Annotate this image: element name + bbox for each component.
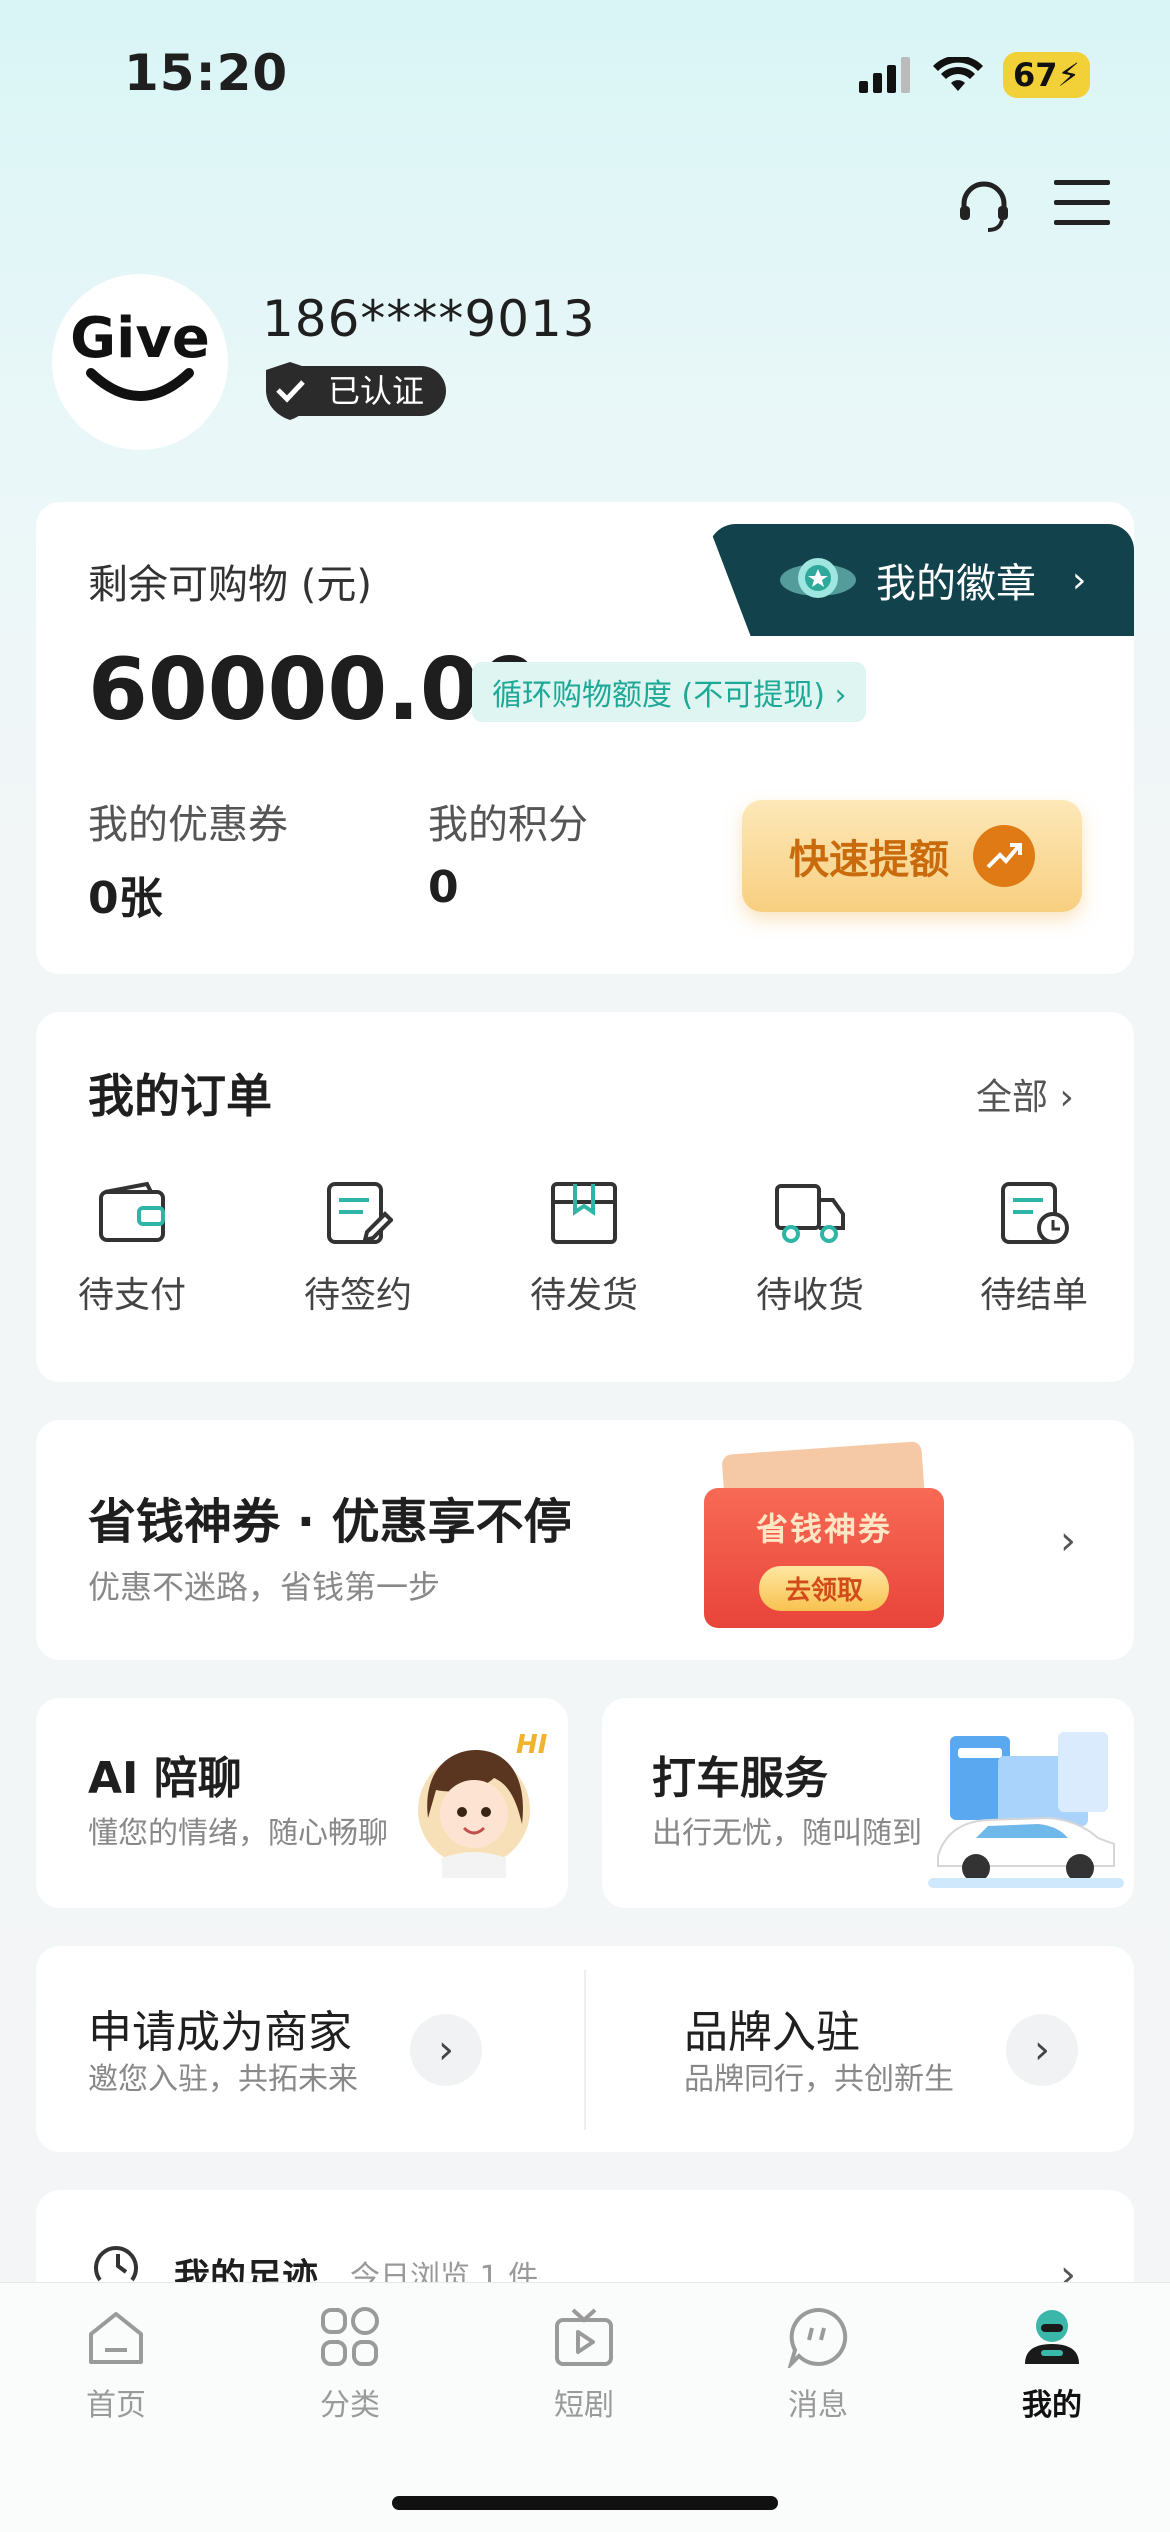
coupon-value[interactable]: 0张 [88, 862, 163, 926]
tab-home[interactable]: 首页 [36, 2306, 196, 2424]
taxi-subtitle: 出行无忧，随叫随到 [652, 1816, 922, 1851]
status-icons: 67⚡ [859, 52, 1090, 98]
box-icon [551, 1182, 617, 1244]
orders-all-link[interactable]: 全部 › [976, 1068, 1074, 1120]
brand-join-title[interactable]: 品牌入驻 [684, 1996, 860, 2060]
tv-icon [555, 2308, 613, 2366]
truck-icon [775, 1184, 845, 1243]
smile-icon [86, 368, 194, 401]
clock-doc-icon [1001, 1182, 1069, 1244]
brand-join-chevron-icon[interactable]: › [1006, 2014, 1078, 2086]
battery-level: 67 [1013, 56, 1058, 94]
wifi-icon [933, 57, 983, 91]
shield-check-icon [266, 362, 314, 420]
header-actions [954, 176, 1110, 236]
category-icon [321, 2307, 379, 2366]
orders-title: 我的订单 [88, 1069, 272, 1123]
order-item-label: 待结单 [979, 1275, 1088, 1316]
tab-messages[interactable]: 消息 [738, 2306, 898, 2424]
order-item-label: 待支付 [77, 1275, 186, 1316]
credit-tag[interactable]: 循环购物额度 (不可提现) › [472, 662, 867, 722]
message-icon [787, 2307, 848, 2368]
my-badge-button[interactable]: 我的徽章 › [708, 524, 1134, 636]
envelope-body: 省钱神券 去领取 [704, 1488, 944, 1628]
tab-label: 短剧 [554, 2388, 614, 2423]
envelope-title: 省钱神券 [755, 1510, 892, 1548]
red-envelope-image[interactable]: 省钱神券 去领取 [704, 1441, 944, 1628]
coupon-label[interactable]: 我的优惠券 [88, 792, 288, 850]
avatar[interactable]: Give [52, 274, 228, 450]
verified-label: 已认证 [298, 366, 447, 416]
order-pending-receive[interactable]: 待收货 [720, 1180, 900, 1318]
order-item-label: 待收货 [755, 1275, 864, 1316]
menu-icon[interactable] [1054, 176, 1110, 228]
apply-merchant-chevron-icon[interactable]: › [410, 2014, 482, 2086]
merchant-divider [584, 1970, 586, 2130]
wallet-icon [99, 1181, 165, 1242]
battery-indicator: 67⚡ [1003, 52, 1090, 98]
hi-label: HI [516, 1730, 548, 1760]
medal-icon [780, 558, 856, 598]
taxi-title: 打车服务 [652, 1753, 828, 1804]
profile-icon [1025, 2310, 1079, 2364]
tab-me[interactable]: 我的 [972, 2306, 1132, 2424]
sign-icon [327, 1182, 393, 1244]
order-pending-sign[interactable]: 待签约 [268, 1180, 448, 1318]
quick-raise-limit-button[interactable]: 快速提额 [742, 800, 1082, 912]
tab-label: 分类 [320, 2388, 380, 2423]
claim-button[interactable]: 去领取 [758, 1566, 889, 1611]
tab-category[interactable]: 分类 [270, 2306, 430, 2424]
home-icon [89, 2312, 143, 2364]
customer-service-icon[interactable] [954, 176, 1014, 236]
apply-merchant-subtitle: 邀您入驻，共拓未来 [88, 2062, 358, 2097]
user-phone: 186****9013 [262, 290, 596, 348]
brand-join-subtitle: 品牌同行，共创新生 [684, 2062, 954, 2097]
my-badge-label: 我的徽章 [876, 561, 1036, 607]
points-label[interactable]: 我的积分 [428, 792, 588, 850]
charging-icon: ⚡ [1057, 56, 1080, 94]
tab-label: 首页 [86, 2388, 146, 2423]
tab-short-drama[interactable]: 短剧 [504, 2306, 664, 2424]
tab-label: 消息 [788, 2388, 848, 2423]
quick-raise-label: 快速提额 [789, 837, 949, 883]
promo-title: 省钱神券 · 优惠享不停 [88, 1494, 572, 1550]
ai-chat-title: AI 陪聊 [88, 1753, 242, 1804]
verified-badge: 已认证 [262, 360, 447, 422]
chevron-right-icon: › [1072, 559, 1087, 601]
home-indicator [392, 2496, 778, 2510]
order-pending-ship[interactable]: 待发货 [494, 1180, 674, 1318]
signal-icon [859, 57, 910, 93]
chevron-right-icon[interactable]: › [1060, 1518, 1076, 1564]
taxi-car-icon [928, 1732, 1124, 1888]
points-value[interactable]: 0 [428, 862, 459, 913]
trend-up-icon [973, 825, 1035, 887]
order-pending-payment[interactable]: 待支付 [42, 1180, 222, 1318]
status-time: 15:20 [124, 44, 289, 102]
order-item-label: 待发货 [529, 1275, 638, 1316]
balance-label: 剩余可购物 (元) [88, 562, 372, 608]
order-pending-settle[interactable]: 待结单 [944, 1180, 1124, 1318]
avatar-logo-text: Give [70, 306, 210, 371]
tab-label: 我的 [1022, 2388, 1082, 2423]
apply-merchant-title[interactable]: 申请成为商家 [88, 1996, 352, 2060]
promo-subtitle: 优惠不迷路，省钱第一步 [88, 1568, 441, 1606]
ai-chat-subtitle: 懂您的情绪，随心畅聊 [88, 1816, 388, 1851]
order-item-label: 待签约 [303, 1275, 412, 1316]
